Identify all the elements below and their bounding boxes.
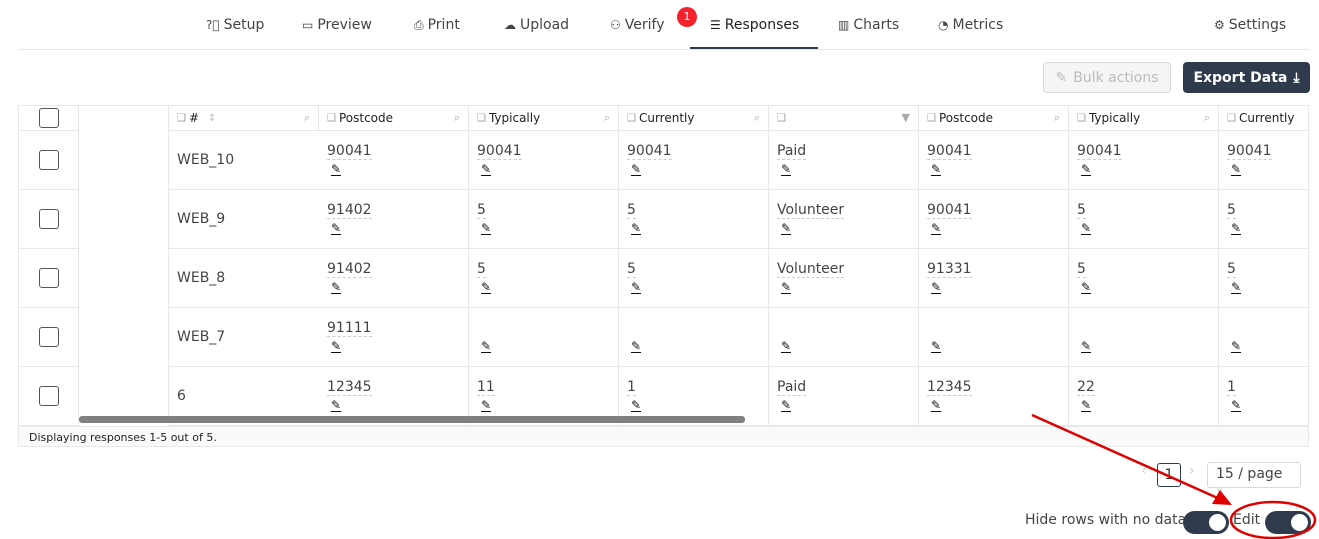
- annotation-arrow: [1031, 413, 1223, 502]
- annotation-circle: [1229, 500, 1317, 539]
- annotation-overlay: [1031, 413, 1317, 539]
